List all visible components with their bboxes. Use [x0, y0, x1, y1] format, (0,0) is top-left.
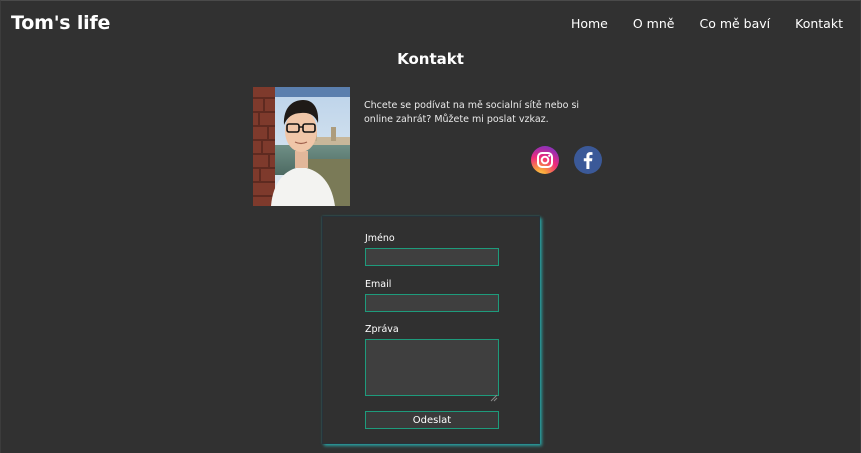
nav-link-co-me-bavi[interactable]: Co mě baví — [699, 16, 770, 31]
submit-button[interactable]: Odeslat — [365, 411, 499, 429]
nav-link-kontakt[interactable]: Kontakt — [795, 16, 843, 31]
profile-photo — [253, 87, 350, 206]
main-nav: Home O mně Co mě baví Kontakt — [571, 16, 843, 31]
page-title: Kontakt — [397, 50, 464, 68]
resize-handle-icon[interactable] — [490, 387, 498, 402]
contact-form: Jméno Email Zpráva Odeslat — [322, 216, 540, 444]
site-logo-text[interactable]: Tom's life — [11, 12, 110, 34]
message-textarea[interactable] — [365, 339, 499, 396]
name-input[interactable] — [365, 248, 499, 266]
name-label: Jméno — [365, 233, 395, 244]
instagram-icon[interactable] — [531, 146, 559, 174]
contact-intro-text: Chcete se podívat na mě socialní sítě ne… — [364, 100, 580, 125]
email-input[interactable] — [365, 294, 499, 312]
email-label: Email — [365, 279, 392, 290]
facebook-icon[interactable] — [574, 146, 602, 174]
nav-link-home[interactable]: Home — [571, 16, 608, 31]
nav-link-o-mne[interactable]: O mně — [633, 16, 675, 31]
message-label: Zpráva — [365, 324, 399, 335]
